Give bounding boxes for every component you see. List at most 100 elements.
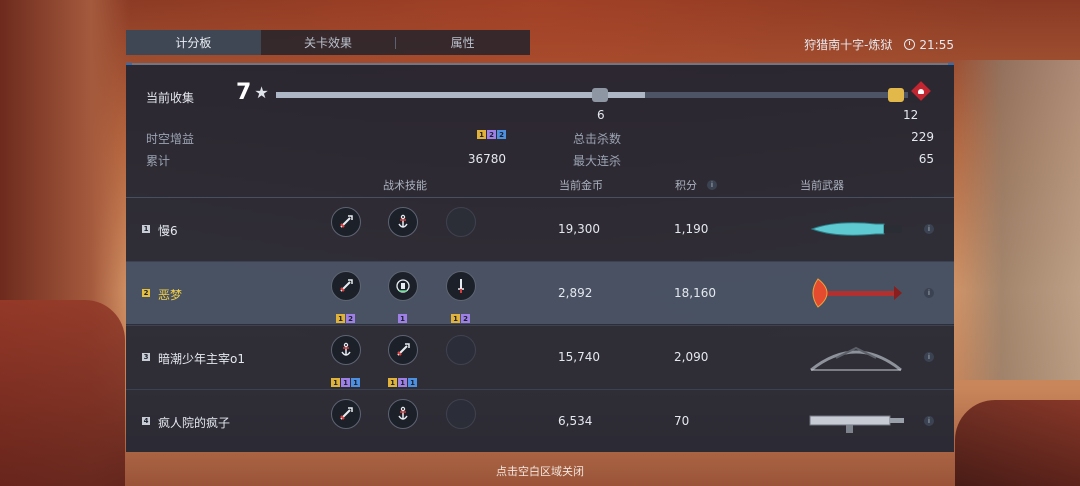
tactical-skill-slot (446, 207, 476, 237)
rank-badge: 2 (487, 130, 496, 139)
player-gold: 15,740 (558, 350, 600, 364)
skull-face (918, 89, 924, 94)
weapon-info-icon[interactable]: i (924, 224, 934, 234)
column-gold: 当前金币 (559, 179, 603, 192)
level-badge: 1 (451, 314, 460, 323)
level-badge: 1 (336, 314, 345, 323)
match-info: 狩猎南十字-炼狱 21:55 (804, 36, 954, 53)
level-badge: 1 (351, 378, 360, 387)
scoreboard-panel: 当前收集 7 ★ 6 12 时空增益 1 2 2 总击杀数 229 累计 367… (126, 63, 954, 452)
tactical-skill-slot: 12 (331, 271, 361, 323)
gold-chest-icon (888, 88, 904, 102)
player-row[interactable]: 4 疯人院的疯子 6,534 70 i (126, 390, 954, 452)
tactical-skill-slot (331, 399, 361, 429)
match-time: 21:55 (919, 37, 954, 52)
close-hint[interactable]: 点击空白区域关闭 (0, 463, 1080, 479)
column-skills: 战术技能 (383, 179, 427, 192)
player-row[interactable]: 3 暗潮少年主宰o1 1 1 1 1 1 1 15,740 2,090 i (126, 326, 954, 388)
player-score: 18,160 (674, 286, 716, 300)
column-score: 积分 i (675, 177, 717, 193)
tactical-skill-slot: 12 (446, 271, 476, 323)
player-score: 70 (674, 414, 690, 428)
tactical-skill-slot: 111 (331, 335, 361, 387)
rank-badge: 1 (477, 130, 486, 139)
skill-level-badges: 111 (331, 378, 360, 387)
time-gain-label: 时空增益 (146, 132, 195, 146)
column-score-label: 积分 (675, 179, 697, 192)
collection-label: 当前收集 (146, 91, 195, 105)
weapon-info-icon[interactable]: i (924, 288, 934, 298)
player-name: 慢6 (158, 224, 178, 238)
rank-badge: 2 (142, 289, 150, 297)
tactical-skill-slot (446, 399, 476, 429)
max-streak-label: 最大连杀 (573, 154, 622, 168)
collection-progress-bar (276, 88, 908, 102)
time-gain-badges: 1 2 2 (477, 130, 506, 147)
cumulative-value: 36780 (467, 152, 506, 166)
totem-icon[interactable] (388, 271, 418, 301)
sword-icon[interactable] (331, 399, 361, 429)
player-name: 疯人院的疯子 (158, 416, 231, 430)
tactical-skill-slot (331, 207, 361, 237)
dagger-icon[interactable] (446, 271, 476, 301)
weapon-info-icon[interactable]: i (924, 416, 934, 426)
bow-weapon-icon (806, 340, 906, 374)
anchor-icon[interactable] (331, 335, 361, 365)
player-hand-left (0, 300, 125, 486)
rank-badge: 3 (142, 353, 150, 361)
tab-scoreboard[interactable]: 计分板 (126, 30, 261, 55)
player-score: 2,090 (674, 350, 709, 364)
empty-skill-slot[interactable] (446, 207, 476, 237)
empty-skill-slot[interactable] (446, 399, 476, 429)
skill-level-badges: 111 (388, 378, 417, 387)
max-streak-value: 65 (918, 152, 934, 166)
total-kills-row: 总击杀数 229 (573, 130, 934, 147)
match-clock: 21:55 (904, 38, 954, 52)
background-right (950, 60, 1080, 380)
player-row[interactable]: 1 慢6 19,300 1,190 i (126, 198, 954, 260)
skill-level-badges: 1 (398, 314, 407, 323)
empty-skill-slot[interactable] (446, 335, 476, 365)
level-badge: 1 (398, 314, 407, 323)
tab-stage-effects[interactable]: 关卡效果 (261, 30, 396, 55)
score-info-icon[interactable]: i (707, 180, 717, 190)
player-score: 1,190 (674, 222, 709, 236)
clock-icon (904, 39, 916, 50)
star-icon: ★ (254, 83, 269, 102)
sword-icon[interactable] (388, 335, 418, 365)
weapon-info-icon[interactable]: i (924, 352, 934, 362)
silver-chest-icon (592, 88, 608, 102)
milestone-6-label: 6 (597, 108, 605, 122)
anchor-icon[interactable] (388, 399, 418, 429)
sword-icon[interactable] (331, 207, 361, 237)
anchor-icon[interactable] (388, 207, 418, 237)
collection-count: 7 ★ (236, 80, 269, 105)
player-name: 恶梦 (158, 288, 183, 302)
player-name: 暗潮少年主宰o1 (158, 352, 245, 366)
skill-level-badges: 12 (336, 314, 355, 323)
rifle-weapon-icon (806, 404, 906, 438)
cumulative-row: 累计 36780 (146, 152, 506, 169)
tactical-skill-slot: 111 (388, 335, 418, 387)
total-kills-value: 229 (911, 130, 934, 144)
level-badge: 1 (341, 378, 350, 387)
level-badge: 1 (408, 378, 417, 387)
column-weapon: 当前武器 (800, 179, 844, 192)
map-name: 狩猎南十字-炼狱 (804, 38, 893, 52)
tab-attributes[interactable]: 属性 (395, 30, 530, 55)
rank-badge: 1 (142, 225, 150, 233)
rank-badge: 4 (142, 417, 150, 425)
milestone-12-label: 12 (903, 108, 919, 122)
total-kills-label: 总击杀数 (573, 132, 622, 146)
collection-progress-fill (276, 92, 645, 98)
level-badge: 2 (461, 314, 470, 323)
level-badge: 2 (346, 314, 355, 323)
rank-badge: 2 (497, 130, 506, 139)
axe-weapon-icon (806, 276, 906, 310)
tactical-skill-slot (388, 399, 418, 429)
sword-icon[interactable] (331, 271, 361, 301)
max-streak-row: 最大连杀 65 (573, 152, 934, 169)
player-gold: 6,534 (558, 414, 593, 428)
player-row[interactable]: 2 恶梦 1 2 1 1 2 2,892 18,160 i (126, 262, 954, 324)
tactical-skill-slot (388, 207, 418, 237)
